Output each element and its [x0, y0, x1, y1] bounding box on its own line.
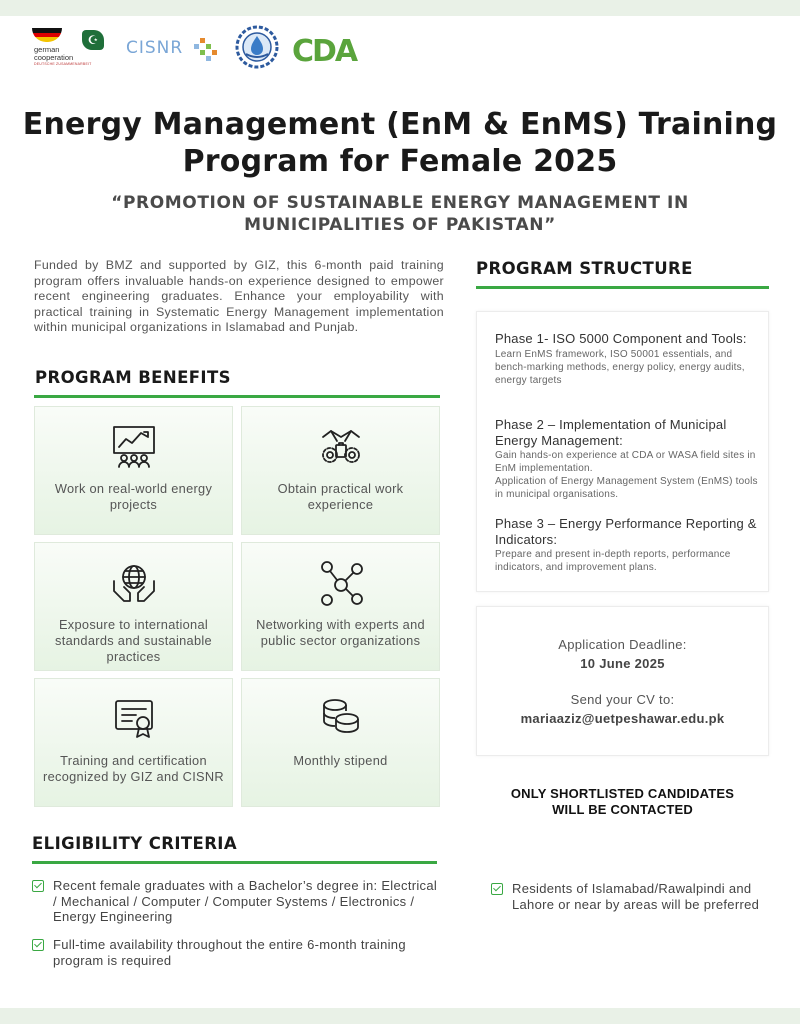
wasa-seal-icon [234, 24, 280, 70]
benefits-grid: Work on real-world energy projects Obtai… [34, 406, 440, 808]
contact-email[interactable]: mariaaziz@uetpeshawar.edu.pk [477, 711, 768, 726]
top-band [0, 0, 800, 16]
deadline-label: Application Deadline: [558, 637, 687, 652]
presentation-chart-icon [110, 423, 158, 471]
globe-hands-icon [110, 559, 158, 607]
benefit-label: Networking with experts and public secto… [256, 617, 425, 648]
phase-title: Phase 3 – Energy Performance Reporting &… [495, 516, 757, 547]
network-nodes-icon [317, 559, 365, 607]
cisnr-dots-icon [194, 38, 218, 61]
coins-icon [317, 695, 365, 743]
phase-description: Learn EnMS framework, ISO 50001 essentia… [495, 348, 745, 386]
criteria-text: Residents of Islamabad/Rawalpindi and La… [512, 881, 760, 912]
phase-title: Phase 2 – Implementation of Municipal En… [495, 417, 727, 448]
checkbox-icon [32, 880, 44, 892]
benefits-underline [34, 395, 440, 398]
german-flag-icon [32, 28, 62, 42]
bottom-band [0, 1008, 800, 1024]
structure-box: Phase 1- ISO 5000 Component and Tools: L… [476, 311, 769, 592]
phase-description: Application of Energy Management System … [495, 476, 758, 500]
phase-1: Phase 1- ISO 5000 Component and Tools: L… [495, 331, 761, 387]
benefit-label: Exposure to international standards and … [55, 617, 212, 664]
cisnr-logo: CISNR [126, 38, 220, 66]
phase-title: Phase 1- ISO 5000 Component and Tools: [495, 331, 747, 346]
page-title: Energy Management (EnM & EnMS) Training … [22, 107, 778, 179]
phase-description: Gain hands-on experience at CDA or WASA … [495, 450, 756, 474]
benefits-heading: PROGRAM BENEFITS [35, 368, 231, 387]
criteria-text: Recent female graduates with a Bachelor’… [53, 878, 438, 925]
checkbox-icon [32, 939, 44, 951]
eligibility-underline [32, 861, 437, 864]
benefit-label: Obtain practical work experience [277, 481, 404, 512]
phase-2: Phase 2 – Implementation of Municipal En… [495, 417, 761, 501]
benefit-card: Obtain practical work experience [241, 406, 440, 535]
cv-label: Send your CV to: [570, 692, 675, 707]
deutsche-zusammenarbeit-text: DEUTSCHE ZUSAMMENARBEIT [34, 62, 92, 66]
criteria-item: Full-time availability throughout the en… [32, 937, 442, 968]
page-subtitle: “PROMOTION OF SUSTAINABLE ENERGY MANAGEM… [111, 193, 689, 235]
eligibility-heading: ELIGIBILITY CRITERIA [32, 834, 238, 853]
benefit-label: Training and certification recognized by… [43, 753, 224, 784]
structure-heading: PROGRAM STRUCTURE [476, 259, 693, 278]
benefit-card: Monthly stipend [241, 678, 440, 807]
phase-3: Phase 3 – Energy Performance Reporting &… [495, 516, 761, 574]
application-box: Application Deadline: 10 June 2025 Send … [476, 606, 769, 756]
benefit-label: Work on real-world energy projects [54, 481, 213, 512]
criteria-item: Recent female graduates with a Bachelor’… [32, 878, 442, 925]
checkbox-icon [491, 883, 503, 895]
phase-description: Prepare and present in-depth reports, pe… [495, 549, 731, 573]
certificate-icon [110, 695, 158, 743]
deadline-date: 10 June 2025 [580, 656, 665, 671]
german-cooperation-logo: ☪ german cooperation DEUTSCHE ZUSAMMENAR… [30, 26, 110, 70]
structure-underline [476, 286, 769, 289]
intro-paragraph: Funded by BMZ and supported by GIZ, this… [34, 258, 444, 335]
benefit-card: Exposure to international standards and … [34, 542, 233, 671]
handshake-gears-icon [317, 423, 365, 471]
benefit-card: Networking with experts and public secto… [241, 542, 440, 671]
benefit-label: Monthly stipend [293, 753, 388, 768]
benefit-card: Work on real-world energy projects [34, 406, 233, 535]
pakistan-flag-icon: ☪ [82, 30, 104, 50]
criteria-text: Full-time availability throughout the en… [53, 937, 406, 968]
german-cooperation-text: german cooperation [34, 45, 74, 62]
criteria-item: Residents of Islamabad/Rawalpindi and La… [491, 881, 761, 912]
cda-logo: CDA [292, 34, 358, 69]
shortlist-notice: ONLY SHORTLISTED CANDIDATES WILL BE CONT… [510, 786, 735, 817]
benefit-card: Training and certification recognized by… [34, 678, 233, 807]
